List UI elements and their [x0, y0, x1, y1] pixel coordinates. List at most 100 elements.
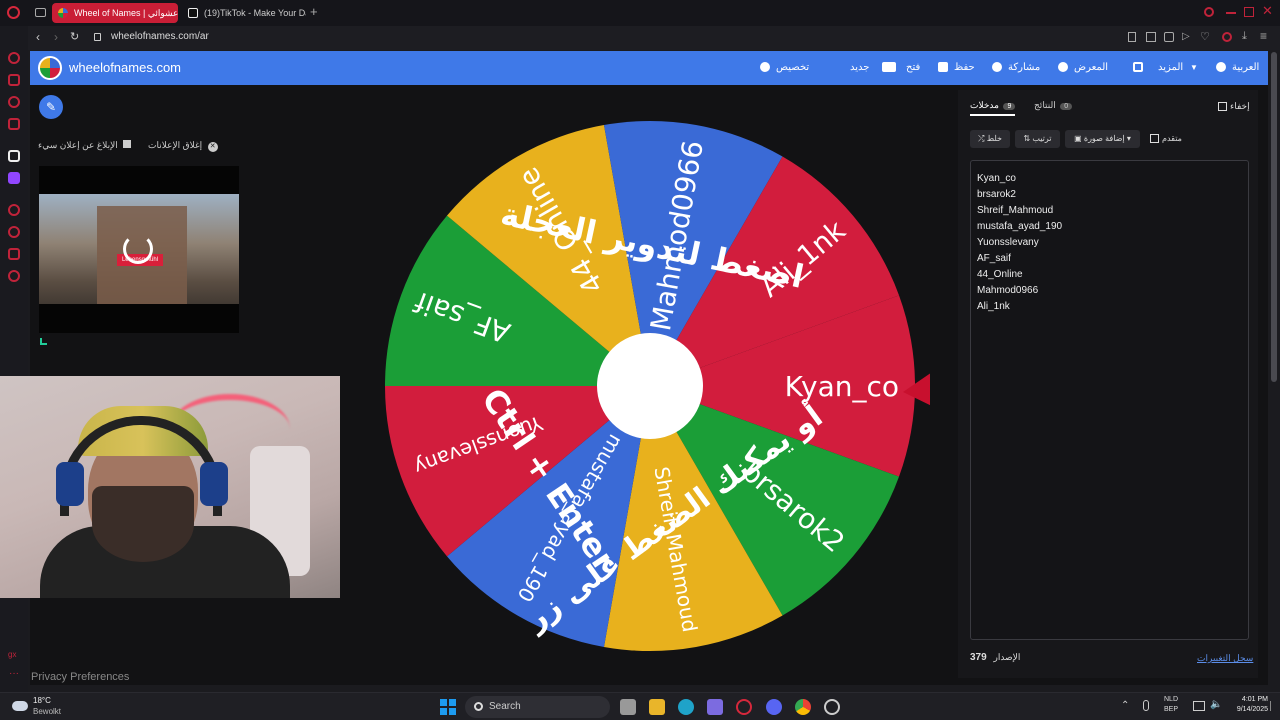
- customize-button[interactable]: تخصيص: [760, 51, 809, 85]
- browser-tab-bar: Wheel of Names | عشوائي (19)TikTok - Mak…: [0, 0, 1280, 26]
- history-icon[interactable]: [8, 226, 20, 238]
- language-indicator[interactable]: NLD BEP: [1164, 695, 1178, 715]
- download-icon[interactable]: ⤓: [1242, 30, 1247, 43]
- tab-wheel-of-names[interactable]: Wheel of Names | عشوائي: [52, 3, 178, 23]
- forward-icon[interactable]: ›: [54, 30, 58, 44]
- close-window-button[interactable]: ✕: [1262, 3, 1274, 19]
- show-desktop-icon[interactable]: [1270, 701, 1276, 711]
- obs-icon[interactable]: [824, 699, 840, 715]
- url-text[interactable]: wheelofnames.com/ar: [111, 31, 209, 42]
- save-button[interactable]: حفظ: [938, 51, 975, 85]
- discord-icon[interactable]: [766, 699, 782, 715]
- tiktok-sidebar-icon[interactable]: [8, 150, 20, 162]
- share-icon: [992, 62, 1002, 73]
- reload-icon[interactable]: ↻: [70, 30, 79, 43]
- clock[interactable]: 4:01 PM 9/14/2025: [1226, 695, 1268, 715]
- open-button[interactable]: فتح: [886, 51, 920, 85]
- spin-wheel[interactable]: Kyan_cobrsarok2Shreif_Mahmoudmustafa_aya…: [370, 106, 930, 666]
- gallery-button[interactable]: المعرض: [1058, 51, 1108, 85]
- list-item: Shreif_Mahmoud: [977, 205, 1054, 216]
- new-tab-button[interactable]: +: [310, 5, 322, 19]
- start-button[interactable]: [440, 699, 456, 715]
- add-image-dropdown[interactable]: ▣ إضافة صورة ▾: [1065, 130, 1140, 148]
- language-button[interactable]: العربية: [1216, 51, 1259, 85]
- fullscreen-button[interactable]: [1128, 51, 1143, 85]
- ad-video[interactable]: Lebensgefühl: [39, 166, 239, 333]
- mail-icon[interactable]: [8, 118, 20, 130]
- chrome-icon[interactable]: [795, 699, 811, 715]
- player-icon[interactable]: [8, 204, 20, 216]
- aria-icon[interactable]: [8, 52, 20, 64]
- menu-icon[interactable]: ≡: [1260, 29, 1267, 43]
- site-logo-icon[interactable]: [38, 56, 62, 80]
- entries-count-badge: 9: [1003, 103, 1016, 110]
- ad-choices-icon[interactable]: [40, 338, 47, 345]
- task-view-icon[interactable]: [620, 699, 636, 715]
- snapshot-icon[interactable]: [1146, 32, 1156, 42]
- more-sidebar-icon[interactable]: ···: [9, 668, 19, 679]
- close-ads-button[interactable]: إغلاق الإعلانات ✕: [148, 140, 218, 152]
- entries-textarea[interactable]: Kyan_co brsarok2 Shreif_Mahmoud mustafa_…: [970, 160, 1249, 640]
- version-label: الإصدار: [993, 652, 1021, 662]
- site-header: wheelofnames.com تخصيص جديد فتح حفظ مشار…: [30, 51, 1268, 85]
- pin-icon[interactable]: [8, 248, 20, 260]
- maximize-button[interactable]: [1244, 7, 1254, 17]
- address-bar-row: ‹ › ↻ wheelofnames.com/ar ▷ ♡ ⤓ ≡: [28, 26, 1280, 50]
- version-number: 379: [970, 652, 987, 663]
- checkbox-icon: [1150, 134, 1159, 144]
- list-item: brsarok2: [977, 189, 1016, 200]
- wheel-hub[interactable]: [597, 333, 703, 439]
- network-icon[interactable]: [1193, 701, 1205, 711]
- search-tabs-icon[interactable]: [1204, 7, 1214, 17]
- share-button[interactable]: مشاركة: [992, 51, 1040, 85]
- shuffle-button[interactable]: ⤮ خلط: [970, 130, 1010, 148]
- opera-gx-icon[interactable]: [736, 699, 752, 715]
- file-explorer-icon[interactable]: [649, 699, 665, 715]
- messenger-icon[interactable]: [8, 96, 20, 108]
- palette-icon: [760, 62, 770, 73]
- edge-icon[interactable]: [678, 699, 694, 715]
- changelog-link[interactable]: سجل التغييرات: [1197, 653, 1253, 664]
- advanced-checkbox[interactable]: متقدم: [1150, 134, 1182, 144]
- twitch-icon[interactable]: [8, 172, 20, 184]
- bookmark-icon[interactable]: [1128, 32, 1136, 42]
- back-icon[interactable]: ‹: [36, 30, 40, 44]
- profile-icon[interactable]: [1222, 32, 1232, 42]
- heart-icon[interactable]: ♡: [1200, 30, 1210, 43]
- send-icon[interactable]: ▷: [1182, 31, 1190, 42]
- lock-icon: [94, 33, 101, 41]
- opera-logo-icon[interactable]: [7, 6, 20, 19]
- replay-icon[interactable]: [123, 234, 153, 264]
- tab-results[interactable]: النتائج 0: [1034, 100, 1073, 111]
- shield-icon[interactable]: [1164, 32, 1174, 42]
- sort-button[interactable]: ⇅ ترتيب: [1015, 130, 1060, 148]
- bag-icon[interactable]: [8, 74, 20, 86]
- tab-label: Wheel of Names | عشوائي: [74, 8, 178, 18]
- tray-overflow-icon[interactable]: ⌃: [1121, 700, 1129, 711]
- gx-icon[interactable]: gx: [8, 650, 16, 659]
- minimize-button[interactable]: [1226, 12, 1236, 14]
- more-menu-button[interactable]: المزيد ▼: [1158, 51, 1198, 85]
- volume-icon[interactable]: 🔈: [1210, 699, 1222, 710]
- tab-label: (19)TikTok - Make Your Day: [204, 8, 306, 18]
- wheel-slice-label: Kyan_co: [785, 370, 899, 403]
- privacy-preferences-link[interactable]: Privacy Preferences: [31, 671, 129, 683]
- taskbar-search-input[interactable]: Search: [465, 696, 610, 718]
- tab-entries[interactable]: مدخلات 9: [970, 100, 1016, 116]
- report-ad-link[interactable]: الإبلاغ عن إعلان سيء: [38, 140, 132, 151]
- store-icon[interactable]: [707, 699, 723, 715]
- close-circle-icon: ✕: [207, 142, 218, 152]
- image-icon: ▣: [1074, 134, 1084, 143]
- site-logo-text[interactable]: wheelofnames.com: [69, 51, 181, 85]
- webcam-overlay: [0, 376, 340, 598]
- microphone-icon[interactable]: [1143, 700, 1149, 711]
- folder-icon: [886, 62, 896, 73]
- hide-panel-checkbox[interactable]: إخفاء: [1218, 101, 1250, 112]
- list-item: Yuonsslevany: [977, 237, 1039, 248]
- workspace-icon[interactable]: [35, 8, 46, 17]
- weather-widget[interactable]: 18°C Bewolkt: [10, 695, 80, 719]
- page-scrollbar[interactable]: [1271, 52, 1277, 382]
- settings-icon[interactable]: [8, 270, 20, 282]
- tab-tiktok[interactable]: (19)TikTok - Make Your Day: [182, 3, 306, 23]
- edit-wheel-button[interactable]: ✎: [39, 95, 63, 119]
